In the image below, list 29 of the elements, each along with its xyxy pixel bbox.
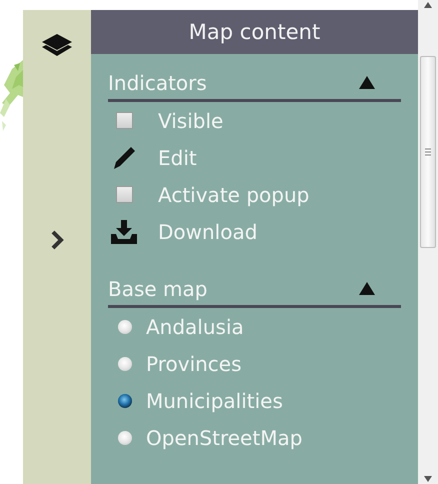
checkbox[interactable] [116, 112, 132, 129]
collapse-icon[interactable] [359, 282, 375, 295]
radio-button[interactable] [118, 394, 132, 408]
item-label: Download [158, 220, 258, 244]
chevron-right-icon[interactable] [50, 230, 64, 250]
scroll-up-icon[interactable] [424, 0, 432, 10]
item-label: Activate popup [158, 182, 310, 206]
panel-title: Map content [91, 10, 418, 54]
checkbox[interactable] [116, 186, 132, 203]
item-label: Edit [158, 146, 197, 170]
item-label: Visible [158, 108, 224, 132]
item-label: Andalusia [146, 314, 244, 338]
scrollbar[interactable] [418, 0, 438, 484]
item-label: Provinces [146, 352, 242, 376]
section-title: Indicators [108, 70, 207, 94]
collapse-icon[interactable] [359, 76, 375, 89]
radio-button[interactable] [118, 430, 132, 444]
section-title: Base map [108, 276, 208, 300]
radio-button[interactable] [118, 320, 132, 334]
download-icon[interactable] [111, 220, 137, 244]
scroll-thumb[interactable] [420, 56, 436, 248]
pencil-icon[interactable] [112, 146, 136, 170]
item-label: OpenStreetMap [146, 426, 302, 450]
scroll-down-icon[interactable] [424, 474, 432, 484]
section-header[interactable]: Indicators [108, 66, 401, 102]
radio-button[interactable] [118, 356, 132, 370]
grip-icon [425, 148, 431, 156]
item-label: Municipalities [146, 388, 283, 412]
section-header[interactable]: Base map [108, 272, 401, 308]
